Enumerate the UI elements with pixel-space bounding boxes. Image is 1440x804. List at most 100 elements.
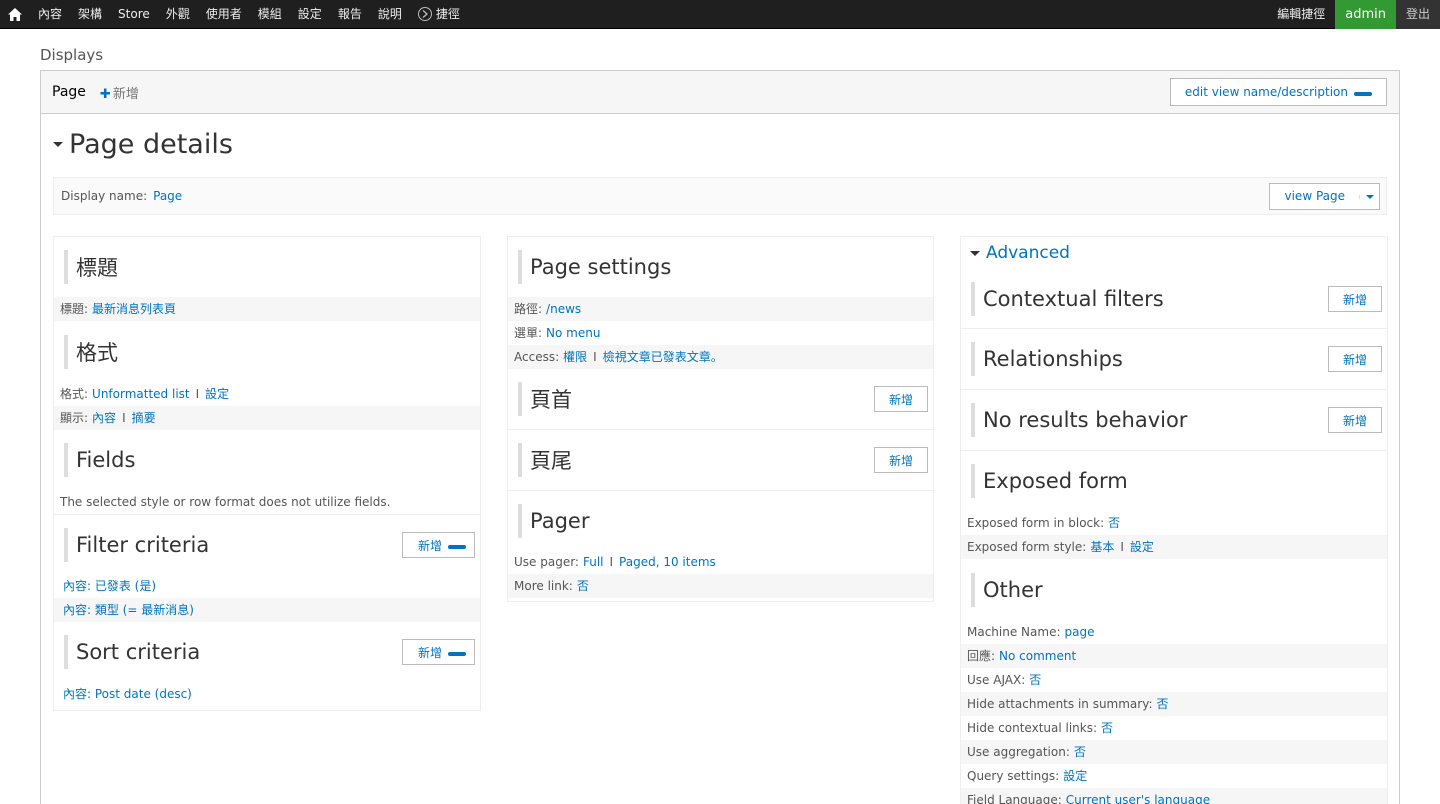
field-language-row: Field Language: Current user's language [961,788,1387,804]
filter-published-link[interactable]: 內容: 已發表 (是) [63,579,156,593]
access-detail-link[interactable]: 檢視文章已發表文章。 [603,350,723,364]
machine-name-link[interactable]: page [1065,625,1095,639]
menu-row: 選單: No menu [508,321,933,345]
access-label: Access: [514,350,560,364]
use-aggregation-link[interactable]: 否 [1074,745,1086,759]
add-filter-button[interactable]: 新增 [401,532,475,558]
exposed-style-settings-link[interactable]: 設定 [1130,540,1154,554]
tab-page[interactable]: Page [52,84,86,100]
column-third: Advanced Contextual filters 新增 Relations… [960,236,1388,804]
chevron-right-circle-icon [417,7,432,21]
setting-label: Field Language: [967,793,1062,804]
menu-link[interactable]: No menu [546,326,600,340]
add-sort-label: 新增 [417,645,442,660]
field-language-link[interactable]: Current user's language [1066,793,1210,804]
exposed-form-header: Exposed form [961,450,1387,511]
use-pager-link[interactable]: Full [583,555,604,569]
user-account-link[interactable]: admin [1335,0,1396,29]
relationships-title: Relationships [983,347,1123,371]
format-value-link[interactable]: Unformatted list [92,387,190,401]
use-ajax-link[interactable]: 否 [1029,673,1041,687]
access-link[interactable]: 權限 [563,350,587,364]
format-settings-link[interactable]: 設定 [205,387,229,401]
add-relationship-button[interactable]: 新增 [1327,346,1382,372]
view-page-button[interactable]: view Page [1268,183,1380,210]
other-title: Other [983,577,1043,602]
use-aggregation-row: Use aggregation: 否 [961,740,1387,764]
menu-item-reports[interactable]: 報告 [330,0,370,29]
dropdown-icon [448,652,466,656]
menu-item-configuration[interactable]: 設定 [290,0,330,29]
add-display-link[interactable]: ✚ 新增 [100,83,139,102]
use-pager-row: Use pager: Full I Paged, 10 items [514,555,716,569]
exposed-in-block-link[interactable]: 否 [1108,516,1120,530]
more-link-value[interactable]: 否 [577,579,589,593]
use-ajax-row: Use AJAX: 否 [961,668,1387,692]
plus-icon: ✚ [99,86,111,102]
exposed-style-row: Exposed form style: 基本 I 設定 [961,535,1387,559]
pager-section-header: Pager [508,490,933,550]
title-section-header: 標題 [54,237,480,297]
advanced-toggle[interactable]: Advanced [961,237,1387,269]
comments-link[interactable]: No comment [999,649,1076,663]
use-pager-label: Use pager: [514,555,579,569]
edit-view-name-button[interactable]: edit view name/description [1169,78,1387,106]
hide-contextual-links-link[interactable]: 否 [1101,721,1113,735]
fields-section-title: Fields [76,448,136,472]
edit-shortcuts-link[interactable]: 編輯捷徑 [1267,0,1335,29]
exposed-style-link[interactable]: 基本 [1090,540,1114,554]
menu-item-store[interactable]: Store [110,0,158,29]
sort-section-title: Sort criteria [76,640,201,664]
dropdown-icon [448,545,466,549]
add-header-button[interactable]: 新增 [873,386,928,412]
menu-item-content[interactable]: 內容 [30,0,70,29]
fields-note: The selected style or row format does no… [60,495,391,509]
shortcuts-label: 捷徑 [435,6,460,21]
filter-type-link[interactable]: 內容: 類型 (= 最新消息) [63,603,194,617]
add-no-results-button[interactable]: 新增 [1327,407,1382,433]
show-value-link[interactable]: 內容 [92,411,116,425]
add-sort-button[interactable]: 新增 [401,639,475,665]
chevron-down-icon[interactable] [1359,194,1379,199]
page-details-heading[interactable]: Page details [53,129,233,160]
hide-attachments-link[interactable]: 否 [1157,697,1169,711]
menu-item-appearance[interactable]: 外觀 [158,0,198,29]
title-value-link[interactable]: 最新消息列表頁 [92,302,176,316]
views-display-panel: Page ✚ 新增 edit view name/description Page… [40,70,1400,804]
query-settings-link[interactable]: 設定 [1063,769,1087,783]
setting-label: Hide contextual links: [967,721,1098,735]
exposed-form-title: Exposed form [983,469,1128,493]
pager-section-title: Pager [530,508,590,533]
menu-item-help[interactable]: 說明 [370,0,410,29]
sort-section-header: Sort criteria 新增 [54,622,480,682]
shortcuts-toggle[interactable]: 捷徑 [410,0,468,29]
page-settings-header: Page settings [508,237,933,297]
path-link[interactable]: /news [546,302,581,316]
setting-label: Use AJAX: [967,673,1026,687]
page-settings-title: Page settings [530,255,672,279]
add-footer-button[interactable]: 新增 [873,447,928,473]
add-display-label: 新增 [112,86,139,102]
menu-item-people[interactable]: 使用者 [198,0,250,29]
logout-link[interactable]: 登出 [1395,0,1440,29]
menu-item-structure[interactable]: 架構 [70,0,110,29]
page-details-title: Page details [69,129,233,160]
pager-options-link[interactable]: Paged, 10 items [619,555,716,569]
advanced-label: Advanced [986,243,1070,263]
title-section-title: 標題 [76,256,118,280]
show-settings-link[interactable]: 摘要 [132,411,156,425]
display-name-link[interactable]: Page [153,189,182,203]
query-settings-row: Query settings: 設定 [961,764,1387,788]
sort-item: 內容: Post date (desc) [54,682,480,706]
filter-item: 內容: 已發表 (是) [54,574,480,598]
format-section-title: 格式 [76,340,118,365]
footer-section-header: 頁尾 新增 [508,429,933,490]
menu-item-modules[interactable]: 模組 [250,0,290,29]
add-contextual-filter-button[interactable]: 新增 [1327,286,1382,312]
home-icon[interactable] [0,0,30,29]
dropdown-icon [1354,92,1372,96]
filter-section-header: Filter criteria 新增 [54,514,480,574]
setting-label: Hide attachments in summary: [967,697,1153,711]
sort-post-date-link[interactable]: 內容: Post date (desc) [63,687,192,701]
show-row: 顯示: 內容 I 摘要 [54,406,480,430]
